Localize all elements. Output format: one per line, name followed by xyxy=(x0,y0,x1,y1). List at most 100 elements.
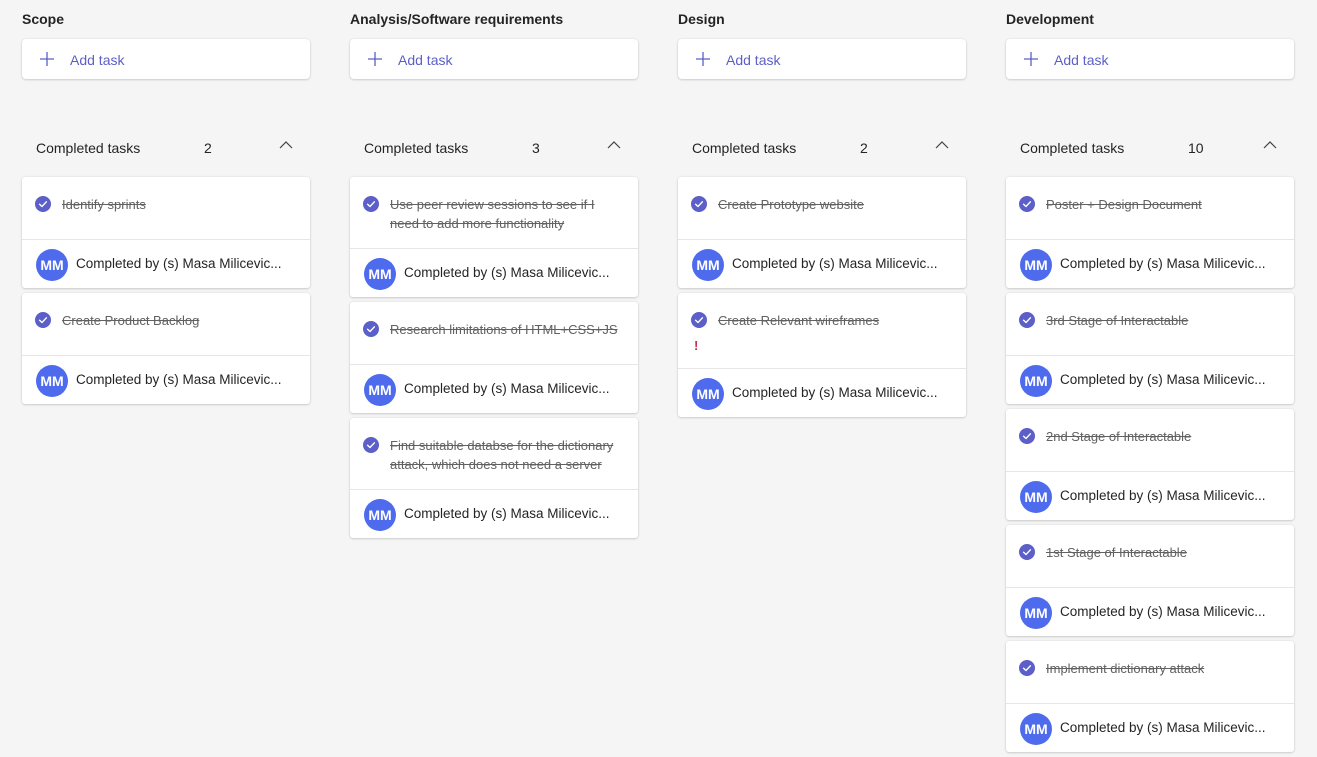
task-card[interactable]: Research limitations of HTML+CSS+JS MM Com… xyxy=(350,302,638,413)
completed-check-icon[interactable] xyxy=(35,196,51,212)
avatar: MM xyxy=(692,249,724,281)
completed-check-icon[interactable] xyxy=(1019,544,1035,560)
task-title: Research limitations of HTML+CSS+JS xyxy=(390,322,618,337)
task-card-footer: MM Completed by (s) Masa Milicevic... xyxy=(350,364,638,413)
task-card-footer: MM Completed by (s) Masa Milicevic... xyxy=(678,368,966,417)
add-task-button[interactable]: Add task xyxy=(1006,39,1294,79)
completed-by-text: Completed by (s) Masa Milicevic... xyxy=(1060,372,1266,387)
completed-by-text: Completed by (s) Masa Milicevic... xyxy=(732,385,938,400)
task-card-list: Use peer review sessions to see if I nee… xyxy=(350,177,638,543)
chevron-up-icon xyxy=(935,141,949,149)
avatar: MM xyxy=(1020,713,1052,745)
avatar: MM xyxy=(1020,597,1052,629)
task-title: Create Prototype website xyxy=(718,197,864,212)
add-task-label: Add task xyxy=(70,52,125,68)
avatar: MM xyxy=(692,378,724,410)
column-title: Design xyxy=(678,11,725,27)
chevron-up-icon xyxy=(1263,141,1277,149)
completed-by-text: Completed by (s) Masa Milicevic... xyxy=(76,372,282,387)
plus-icon xyxy=(368,52,382,66)
task-title: Find suitable databse for the dictionary… xyxy=(390,438,614,472)
task-card[interactable]: Use peer review sessions to see if I nee… xyxy=(350,177,638,297)
add-task-button[interactable]: Add task xyxy=(22,39,310,79)
task-card[interactable]: Identify sprints MM Completed by (s) Masa … xyxy=(22,177,310,288)
task-card-footer: MM Completed by (s) Masa Milicevic... xyxy=(1006,355,1294,404)
add-task-button[interactable]: Add task xyxy=(678,39,966,79)
completed-by-text: Completed by (s) Masa Milicevic... xyxy=(404,506,610,521)
completed-check-icon[interactable] xyxy=(1019,428,1035,444)
completed-tasks-count: 2 xyxy=(860,140,868,156)
task-card-footer: MM Completed by (s) Masa Milicevic... xyxy=(1006,239,1294,288)
task-card-list: Poster + Design Document MM Completed by (… xyxy=(1006,177,1294,757)
completed-tasks-label: Completed tasks xyxy=(364,140,469,156)
completed-check-icon[interactable] xyxy=(363,196,379,212)
completed-check-icon[interactable] xyxy=(1019,312,1035,328)
completed-tasks-count: 3 xyxy=(532,140,540,156)
completed-check-icon[interactable] xyxy=(35,312,51,328)
avatar: MM xyxy=(1020,249,1052,281)
completed-check-icon[interactable] xyxy=(691,196,707,212)
task-card[interactable]: Implement dictionary attack MM Completed b… xyxy=(1006,641,1294,752)
avatar: MM xyxy=(1020,365,1052,397)
task-title: Create Product Backlog xyxy=(62,313,200,328)
completed-by-text: Completed by (s) Masa Milicevic... xyxy=(404,265,610,280)
completed-by-text: Completed by (s) Masa Milicevic... xyxy=(1060,488,1266,503)
task-card[interactable]: Create Prototype website MM Completed by (… xyxy=(678,177,966,288)
task-card-footer: MM Completed by (s) Masa Milicevic... xyxy=(678,239,966,288)
task-card-footer: MM Completed by (s) Masa Milicevic... xyxy=(22,239,310,288)
chevron-up-icon xyxy=(607,141,621,149)
task-card[interactable]: Create Product Backlog MM Completed by (s)… xyxy=(22,293,310,404)
task-title: Poster + Design Document xyxy=(1046,197,1202,212)
completed-by-text: Completed by (s) Masa Milicevic... xyxy=(1060,604,1266,619)
completed-tasks-toggle[interactable]: Completed tasks 2 xyxy=(678,132,966,162)
add-task-label: Add task xyxy=(726,52,781,68)
completed-tasks-toggle[interactable]: Completed tasks 3 xyxy=(350,132,638,162)
completed-by-text: Completed by (s) Masa Milicevic... xyxy=(732,256,938,271)
completed-tasks-count: 2 xyxy=(204,140,212,156)
task-card-footer: MM Completed by (s) Masa Milicevic... xyxy=(350,489,638,538)
task-card-body: Implement dictionary attack xyxy=(1006,641,1294,703)
task-card-body: Use peer review sessions to see if I nee… xyxy=(350,177,638,248)
task-card[interactable]: 1st Stage of Interactable MM Completed by … xyxy=(1006,525,1294,636)
completed-check-icon[interactable] xyxy=(691,312,707,328)
plus-icon xyxy=(40,52,54,66)
task-card-body: Create Prototype website xyxy=(678,177,966,239)
task-card[interactable]: Find suitable databse for the dictionary… xyxy=(350,418,638,538)
avatar: MM xyxy=(364,499,396,531)
urgent-priority-icon: ! xyxy=(694,338,699,353)
task-card-body: 3rd Stage of Interactable xyxy=(1006,293,1294,355)
completed-tasks-toggle[interactable]: Completed tasks 2 xyxy=(22,132,310,162)
task-title: 1st Stage of Interactable xyxy=(1046,545,1187,560)
task-card[interactable]: 2nd Stage of Interactable MM Completed by … xyxy=(1006,409,1294,520)
avatar: MM xyxy=(1020,481,1052,513)
avatar: MM xyxy=(364,374,396,406)
add-task-button[interactable]: Add task xyxy=(350,39,638,79)
column-title: Scope xyxy=(22,11,65,27)
task-card-body: Research limitations of HTML+CSS+JS xyxy=(350,302,638,364)
task-title: 2nd Stage of Interactable xyxy=(1046,429,1192,444)
column-title: Analysis/Software requirements xyxy=(350,11,564,27)
task-card-footer: MM Completed by (s) Masa Milicevic... xyxy=(22,355,310,404)
completed-tasks-label: Completed tasks xyxy=(36,140,141,156)
completed-by-text: Completed by (s) Masa Milicevic... xyxy=(404,381,610,396)
task-title: Create Relevant wireframes xyxy=(718,313,880,328)
task-card[interactable]: 3rd Stage of Interactable MM Completed by … xyxy=(1006,293,1294,404)
avatar: MM xyxy=(364,258,396,290)
task-title: Use peer review sessions to see if I nee… xyxy=(390,197,595,231)
task-title: 3rd Stage of Interactable xyxy=(1046,313,1189,328)
task-card-body: Poster + Design Document xyxy=(1006,177,1294,239)
completed-check-icon[interactable] xyxy=(1019,660,1035,676)
task-card[interactable]: Poster + Design Document MM Completed by (… xyxy=(1006,177,1294,288)
task-card[interactable]: Create Relevant wireframes! MM Completed b… xyxy=(678,293,966,417)
completed-tasks-toggle[interactable]: Completed tasks 10 xyxy=(1006,132,1294,162)
task-title: Implement dictionary attack xyxy=(1046,661,1205,676)
completed-check-icon[interactable] xyxy=(1019,196,1035,212)
completed-tasks-count: 10 xyxy=(1188,140,1204,156)
column-title: Development xyxy=(1006,11,1094,27)
completed-by-text: Completed by (s) Masa Milicevic... xyxy=(1060,720,1266,735)
add-task-label: Add task xyxy=(398,52,453,68)
completed-check-icon[interactable] xyxy=(363,321,379,337)
completed-check-icon[interactable] xyxy=(363,437,379,453)
task-title: Identify sprints xyxy=(62,197,146,212)
task-card-list: Identify sprints MM Completed by (s) Masa … xyxy=(22,177,310,409)
